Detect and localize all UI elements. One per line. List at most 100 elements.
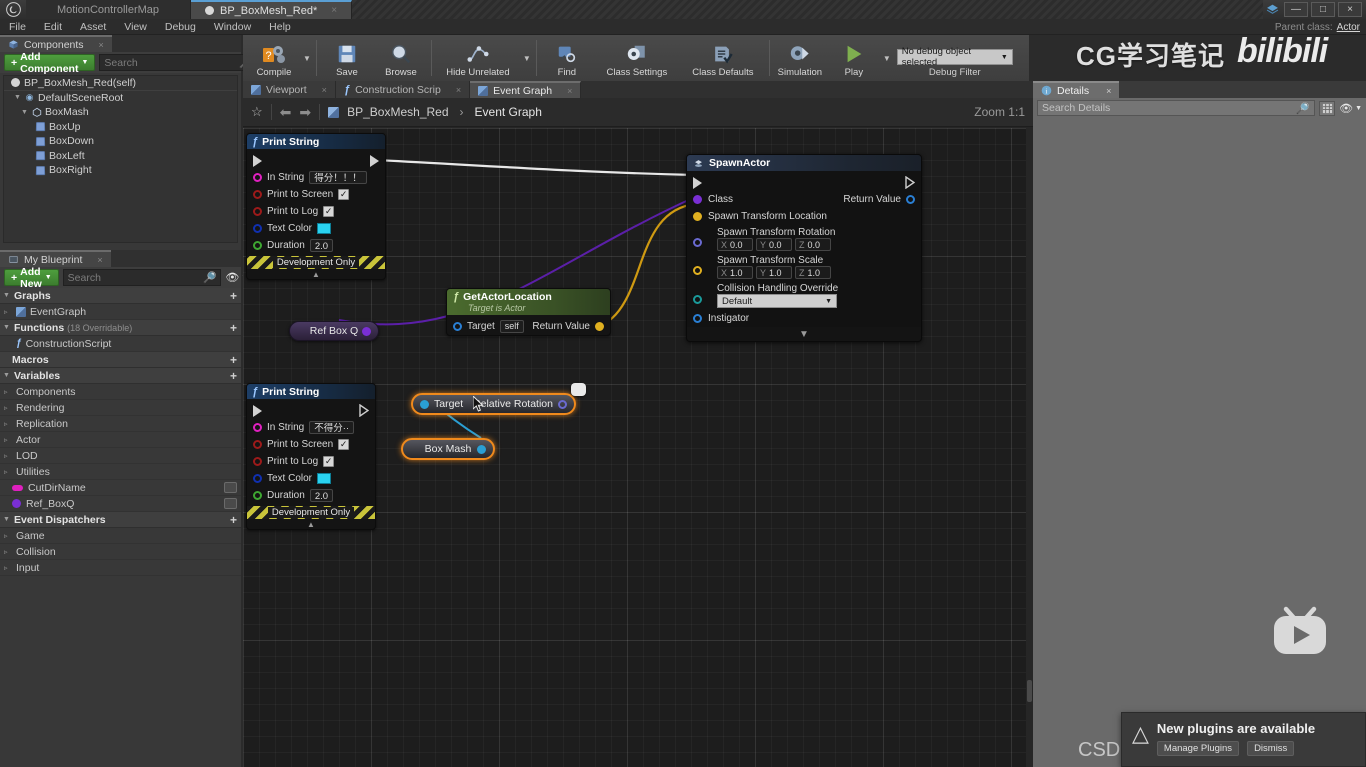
favorite-star-icon[interactable]: ☆ bbox=[251, 104, 263, 120]
scale-z-field[interactable]: Z 1.0 bbox=[795, 266, 831, 279]
toolbar-play-button[interactable]: Play bbox=[827, 35, 881, 81]
ref-box-q-output-pin[interactable] bbox=[362, 326, 371, 336]
toolbar-find-button[interactable]: Find bbox=[540, 35, 594, 81]
close-icon[interactable]: × bbox=[322, 85, 327, 95]
menu-item-view[interactable]: View bbox=[115, 19, 156, 35]
tab-components[interactable]: Components × bbox=[0, 35, 112, 52]
menu-item-asset[interactable]: Asset bbox=[71, 19, 115, 35]
close-icon[interactable]: × bbox=[99, 40, 104, 50]
expand-arrow-icon[interactable]: ▹ bbox=[4, 564, 12, 572]
print-to-screen-pin[interactable] bbox=[253, 190, 262, 199]
node-get-actor-location[interactable]: ƒ GetActorLocation Target is Actor Targe… bbox=[446, 288, 611, 336]
relative-rotation-output-pin[interactable] bbox=[558, 399, 567, 409]
components-search-box[interactable]: 🔍 bbox=[99, 54, 259, 71]
expand-arrow-icon[interactable]: ▹ bbox=[4, 420, 12, 428]
tab-viewport[interactable]: Viewport × bbox=[243, 81, 336, 98]
graph-canvas[interactable]: ƒ Print String In String 得分！！！ Print to … bbox=[243, 128, 1033, 767]
section-macros[interactable]: Macros + bbox=[0, 352, 241, 368]
close-button[interactable]: × bbox=[1338, 2, 1362, 17]
compile-options-caret-icon[interactable]: ▼ bbox=[301, 35, 313, 81]
toolbar-hide-unrelated-button[interactable]: Hide Unrelated bbox=[435, 35, 521, 81]
tree-row[interactable]: BoxDown bbox=[4, 134, 237, 149]
expand-arrow-icon[interactable]: ▹ bbox=[4, 308, 12, 316]
in-string-value-field[interactable]: 不得分·· bbox=[309, 421, 355, 434]
forward-arrow-icon[interactable]: ➡ bbox=[299, 104, 311, 121]
parent-class-value[interactable]: Actor bbox=[1337, 22, 1360, 33]
print-to-log-checkbox[interactable]: ✓ bbox=[323, 456, 335, 467]
list-item-game[interactable]: ▹ Game bbox=[0, 528, 241, 544]
expand-arrow-icon[interactable]: ▹ bbox=[4, 452, 12, 460]
list-item-replication[interactable]: ▹ Replication bbox=[0, 416, 241, 432]
toolbar-browse-button[interactable]: Browse bbox=[374, 35, 428, 81]
menu-item-file[interactable]: File bbox=[0, 19, 35, 35]
node-box-mash[interactable]: Box Mash bbox=[401, 438, 495, 460]
print-to-screen-checkbox[interactable]: ✓ bbox=[338, 189, 350, 200]
dismiss-button[interactable]: Dismiss bbox=[1247, 741, 1295, 756]
exec-input-pin[interactable] bbox=[693, 176, 702, 189]
rotation-z-field[interactable]: Z 0.0 bbox=[795, 238, 831, 251]
return-value-pin[interactable] bbox=[595, 322, 604, 331]
expand-arrow-icon[interactable]: ▹ bbox=[4, 436, 12, 444]
section-event-dispatchers[interactable]: ▼ Event Dispatchers + bbox=[0, 512, 241, 528]
print-to-log-checkbox[interactable]: ✓ bbox=[323, 206, 335, 217]
add-dispatcher-button[interactable]: + bbox=[230, 513, 237, 527]
tab-my-blueprint[interactable]: My Blueprint × bbox=[0, 250, 111, 267]
text-color-swatch[interactable] bbox=[317, 473, 332, 484]
list-item-constructionscript[interactable]: ƒ ConstructionScript bbox=[0, 336, 241, 352]
scale-x-field[interactable]: X 1.0 bbox=[717, 266, 753, 279]
close-icon[interactable]: × bbox=[1106, 86, 1111, 96]
spawn-location-pin[interactable] bbox=[693, 212, 702, 221]
print-to-screen-checkbox[interactable]: ✓ bbox=[338, 439, 350, 450]
add-function-button[interactable]: + bbox=[230, 321, 237, 335]
list-item-components[interactable]: ▹ Components bbox=[0, 384, 241, 400]
collapse-arrow-icon[interactable]: ▼ bbox=[3, 324, 11, 331]
box-mash-output-pin[interactable] bbox=[477, 444, 486, 454]
spawn-scale-pin[interactable] bbox=[693, 266, 702, 275]
exec-output-pin[interactable] bbox=[359, 404, 369, 417]
exec-output-pin[interactable] bbox=[370, 154, 379, 167]
duration-value-field[interactable]: 2.0 bbox=[309, 239, 334, 252]
node-relative-rotation[interactable]: Target Relative Rotation bbox=[411, 393, 576, 415]
window-tab-motioncontrollermap[interactable]: MotionControllerMap bbox=[26, 0, 191, 19]
list-item-utilities[interactable]: ▹ Utilities bbox=[0, 464, 241, 480]
toolbar-class-defaults-button[interactable]: Class Defaults bbox=[680, 35, 766, 81]
tray-icon[interactable] bbox=[1263, 0, 1281, 19]
menu-item-window[interactable]: Window bbox=[205, 19, 260, 35]
text-color-swatch[interactable] bbox=[317, 223, 332, 234]
maximize-button[interactable]: □ bbox=[1311, 2, 1335, 17]
target-pin[interactable] bbox=[453, 322, 462, 331]
hide-unrelated-caret-icon[interactable]: ▼ bbox=[521, 35, 533, 81]
expand-arrow-icon[interactable]: ▹ bbox=[4, 388, 12, 396]
node-spawn-actor[interactable]: SpawnActor Class Return Value Spawn Tran… bbox=[686, 154, 922, 342]
class-pin[interactable] bbox=[693, 195, 702, 204]
instigator-pin[interactable] bbox=[693, 314, 702, 323]
scrollbar-thumb[interactable] bbox=[1027, 680, 1032, 702]
duration-pin[interactable] bbox=[253, 241, 262, 250]
section-functions[interactable]: ▼ Functions (18 Overridable) + bbox=[0, 320, 241, 336]
node-print-string-2[interactable]: ƒ Print String In String 不得分·· Print to … bbox=[246, 383, 376, 530]
print-to-log-pin[interactable] bbox=[253, 207, 262, 216]
rotation-y-field[interactable]: Y 0.0 bbox=[756, 238, 792, 251]
list-item-eventgraph[interactable]: ▹ EventGraph bbox=[0, 304, 241, 320]
graph-vertical-scrollbar[interactable] bbox=[1026, 128, 1033, 767]
print-to-screen-pin[interactable] bbox=[253, 440, 262, 449]
toolbar-save-button[interactable]: Save bbox=[320, 35, 374, 81]
rotation-x-field[interactable]: X 0.0 bbox=[717, 238, 753, 251]
node-expand-arrow-icon[interactable]: ▼ bbox=[687, 327, 921, 341]
exec-input-pin[interactable] bbox=[253, 404, 262, 417]
list-item-rendering[interactable]: ▹ Rendering bbox=[0, 400, 241, 416]
return-value-pin[interactable] bbox=[906, 195, 915, 204]
menu-item-edit[interactable]: Edit bbox=[35, 19, 71, 35]
menu-item-debug[interactable]: Debug bbox=[156, 19, 205, 35]
section-graphs[interactable]: ▼ Graphs + bbox=[0, 288, 241, 304]
list-item-actor[interactable]: ▹ Actor bbox=[0, 432, 241, 448]
add-variable-button[interactable]: + bbox=[230, 369, 237, 383]
collision-handling-select[interactable]: Default ▼ bbox=[717, 294, 837, 308]
list-item-lod[interactable]: ▹ LOD bbox=[0, 448, 241, 464]
collapse-arrow-icon[interactable]: ▼ bbox=[3, 516, 11, 523]
close-icon[interactable]: × bbox=[567, 86, 572, 96]
duration-pin[interactable] bbox=[253, 491, 262, 500]
in-string-pin[interactable] bbox=[253, 423, 262, 432]
myblueprint-search-box[interactable]: 🔍 bbox=[62, 269, 222, 286]
expand-arrow-icon[interactable]: ▹ bbox=[4, 404, 12, 412]
